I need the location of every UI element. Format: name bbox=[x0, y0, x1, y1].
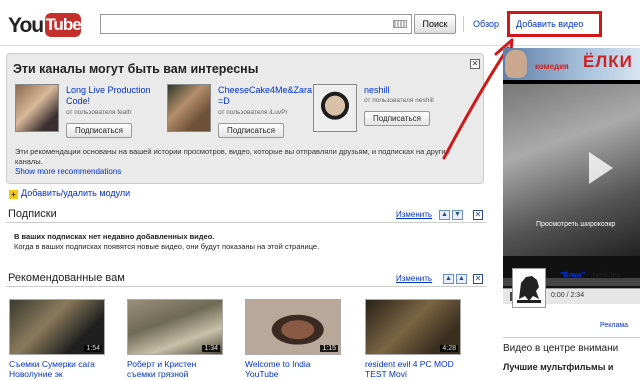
subscriptions-header: Подписки Изменить ▲ ▼ ✕ bbox=[6, 206, 486, 223]
move-down-icon[interactable]: ▲ bbox=[456, 274, 467, 284]
subscriptions-empty-message: В ваших подписках нет недавно добавленны… bbox=[14, 232, 319, 252]
subscriptions-title[interactable]: Подписки bbox=[8, 208, 57, 220]
video-item[interactable]: 1:54 Съемки Сумерки сага Новолуние эк bbox=[9, 299, 109, 379]
recommended-title[interactable]: Рекомендованные вам bbox=[8, 272, 125, 284]
video-thumbnail[interactable]: 4:28 bbox=[365, 299, 461, 355]
close-section-icon[interactable]: ✕ bbox=[473, 210, 483, 220]
recommended-header: Рекомендованные вам Изменить ▲ ▲ ✕ bbox=[6, 270, 486, 287]
trailer-title: "Ёлки" - трейлер bbox=[560, 270, 621, 279]
header-rule bbox=[0, 45, 640, 46]
logo-you: You bbox=[8, 14, 44, 37]
subscriptions-empty-text: Когда в ваших подписках появятся новые в… bbox=[14, 242, 320, 251]
video-thumbnail[interactable]: 1:54 bbox=[9, 299, 105, 355]
subscribe-button[interactable]: Подписаться bbox=[218, 123, 284, 138]
best-cartoons-heading[interactable]: Лучшие мультфильмы и bbox=[503, 362, 613, 372]
channel-avatar[interactable] bbox=[15, 84, 59, 132]
recommendations-title: Эти каналы могут быть вам интересны bbox=[13, 62, 259, 76]
search-input[interactable] bbox=[101, 15, 381, 33]
channel-card: Long Live Production Code! от пользовате… bbox=[15, 84, 165, 144]
ad-banner[interactable]: комедия ЁЛКИ bbox=[503, 48, 640, 80]
ad-caption: Просмотреть широкоэкр bbox=[536, 221, 616, 228]
ad-video-frame[interactable]: Просмотреть широкоэкр bbox=[503, 84, 640, 256]
move-up-icon[interactable]: ▲ bbox=[439, 210, 450, 220]
subscribe-button[interactable]: Подписаться bbox=[66, 123, 132, 138]
add-modules-link[interactable]: + Добавить/удалить модули bbox=[9, 188, 130, 199]
keyboard-icon[interactable] bbox=[393, 20, 407, 28]
logo-tube: Tube bbox=[45, 13, 82, 37]
channel-owner: от пользователя neshill bbox=[364, 97, 434, 104]
sidebar-divider bbox=[503, 337, 640, 338]
ad-face-image bbox=[505, 50, 527, 78]
player-time: 0:00 / 2:34 bbox=[551, 292, 585, 299]
channel-owner: от пользователя fealh bbox=[66, 109, 132, 116]
video-item[interactable]: 4:28 resident evil 4 PC MOD TEST Movi bbox=[365, 299, 465, 379]
recommendations-note: Эти рекомендации основаны на вашей истор… bbox=[15, 147, 450, 166]
video-ad[interactable]: комедия ЁЛКИ Просмотреть широкоэкр ◀✕ 0:… bbox=[503, 48, 640, 304]
channel-card: CheeseCake4Me&Zara =D от пользователя iL… bbox=[167, 84, 317, 144]
upload-highlight-box bbox=[507, 11, 602, 37]
video-duration: 1:34 bbox=[202, 345, 220, 352]
close-section-icon[interactable]: ✕ bbox=[473, 274, 483, 284]
channel-owner: от пользователя iLuvPr bbox=[218, 109, 288, 116]
video-duration: 1:15 bbox=[320, 345, 338, 352]
subscribe-button[interactable]: Подписаться bbox=[364, 111, 430, 126]
ad-comedy-label: комедия bbox=[535, 62, 569, 71]
channel-name[interactable]: Long Live Production Code! bbox=[66, 85, 166, 107]
subscriptions-edit-link[interactable]: Изменить bbox=[396, 210, 432, 219]
move-down-icon[interactable]: ▼ bbox=[452, 210, 463, 220]
ad-title: ЁЛКИ bbox=[583, 52, 633, 71]
show-more-link[interactable]: Show more recommendations bbox=[15, 167, 121, 176]
featured-videos-heading: Видео в центре внимани bbox=[503, 343, 619, 354]
channel-avatar[interactable] bbox=[313, 84, 357, 132]
recommended-edit-link[interactable]: Изменить bbox=[396, 274, 432, 283]
search-field[interactable] bbox=[100, 14, 412, 34]
channel-name[interactable]: CheeseCake4Me&Zara =D bbox=[218, 85, 318, 107]
channel-recommendations: Эти каналы могут быть вам интересны ✕ Lo… bbox=[6, 53, 484, 184]
add-modules-label: Добавить/удалить модули bbox=[21, 188, 131, 198]
plus-icon: + bbox=[9, 190, 18, 199]
video-duration: 1:54 bbox=[84, 345, 102, 352]
trailer-thumbnail[interactable] bbox=[512, 268, 546, 308]
youtube-homepage: You Tube Поиск Обзор Добавить видео Эти … bbox=[0, 0, 640, 380]
video-item[interactable]: 1:15 Welcome to India YouTube bbox=[245, 299, 345, 379]
video-thumbnail[interactable]: 1:15 bbox=[245, 299, 341, 355]
video-title[interactable]: Роберт и Кристен съемки грязной bbox=[127, 359, 227, 379]
video-duration: 4:28 bbox=[440, 345, 458, 352]
play-icon[interactable] bbox=[589, 152, 613, 184]
video-title[interactable]: resident evil 4 PC MOD TEST Movi bbox=[365, 359, 465, 379]
youtube-logo[interactable]: You Tube bbox=[8, 11, 82, 41]
ad-label-link[interactable]: Реклама bbox=[600, 322, 628, 329]
video-title[interactable]: Welcome to India YouTube bbox=[245, 359, 345, 379]
trailer-suffix: - трейлер bbox=[585, 270, 621, 279]
move-up-icon[interactable]: ▲ bbox=[443, 274, 454, 284]
trailer-link[interactable]: "Ёлки" bbox=[560, 270, 585, 279]
video-item[interactable]: 1:34 Роберт и Кристен съемки грязной bbox=[127, 299, 227, 379]
video-thumbnail[interactable]: 1:34 bbox=[127, 299, 223, 355]
subscriptions-empty-bold: В ваших подписках нет недавно добавленны… bbox=[14, 232, 215, 241]
lion-logo-icon bbox=[517, 276, 541, 303]
channel-avatar[interactable] bbox=[167, 84, 211, 132]
video-title[interactable]: Съемки Сумерки сага Новолуние эк bbox=[9, 359, 109, 379]
